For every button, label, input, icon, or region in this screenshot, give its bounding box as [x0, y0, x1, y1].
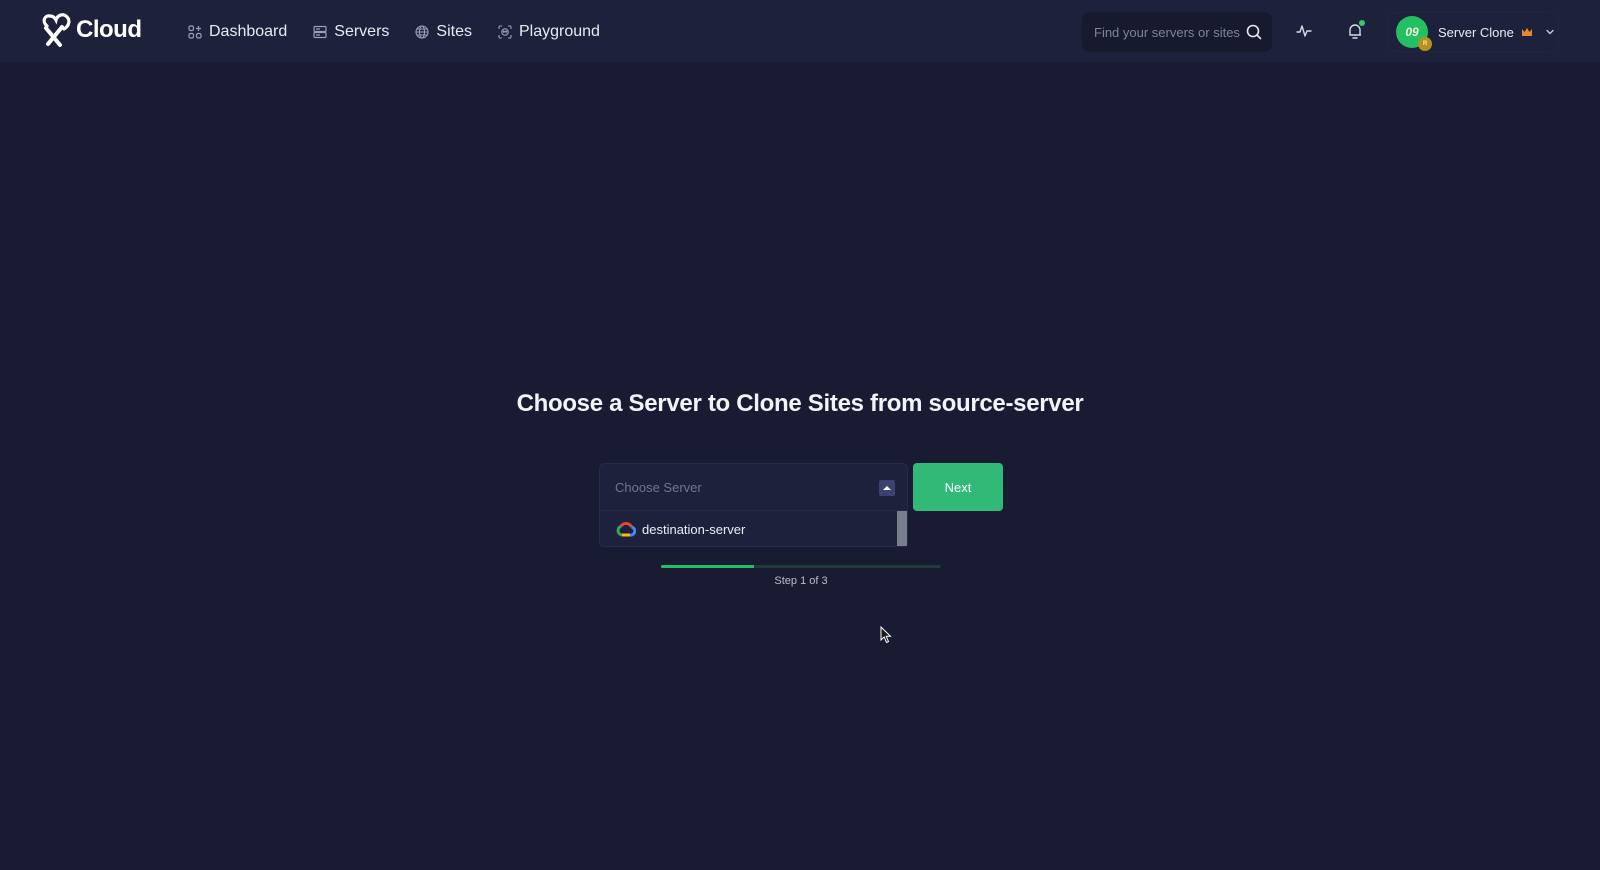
title-prefix: Choose a Server to Clone Sites from: [516, 390, 929, 417]
notifications-button[interactable]: [1344, 20, 1366, 42]
next-button[interactable]: Next: [913, 463, 1003, 511]
option-label: destination-server: [642, 521, 746, 537]
nav-label: Dashboard: [209, 22, 288, 40]
step-progress-bar: [661, 565, 941, 568]
brand-name: Cloud: [76, 16, 142, 43]
step-indicator: Step 1 of 3: [774, 575, 828, 587]
search-box: [1082, 12, 1272, 52]
page-title: Choose a Server to Clone Sites from sour…: [0, 390, 1600, 418]
choose-server-select[interactable]: Choose Server: [599, 463, 908, 511]
nav-item-playground[interactable]: Playground: [498, 23, 600, 41]
playground-icon: [498, 24, 512, 39]
avatar-text: 09: [1405, 25, 1419, 39]
nav-item-dashboard[interactable]: Dashboard: [188, 23, 287, 41]
server-dropdown-list: destination-server: [599, 511, 908, 547]
crown-icon: [1521, 28, 1532, 36]
dropdown-scrollbar[interactable]: [897, 511, 907, 546]
search-icon[interactable]: [1246, 24, 1262, 40]
select-placeholder: Choose Server: [615, 479, 702, 495]
user-menu[interactable]: 09 R Server Clone: [1387, 12, 1559, 52]
dropdown-option[interactable]: destination-server: [600, 511, 898, 547]
avatar: 09 R: [1396, 16, 1432, 51]
source-server-name: source-server: [928, 390, 1084, 417]
nav-item-servers[interactable]: Servers: [313, 23, 389, 41]
main-nav: Dashboard Servers Sites Playground: [188, 0, 626, 63]
top-navigation-bar: Cloud Dashboard Servers Sites Playground…: [0, 0, 1600, 63]
chevron-down-icon: [1546, 29, 1554, 35]
nav-label: Playground: [518, 22, 600, 40]
nav-item-sites[interactable]: Sites: [415, 23, 472, 41]
progress-fill: [661, 565, 755, 568]
heart-x-logo-icon: [42, 13, 71, 47]
activity-button[interactable]: [1293, 20, 1315, 42]
user-name: Server Clone: [1438, 24, 1514, 40]
mouse-cursor-icon: [880, 626, 892, 644]
globe-icon: [415, 24, 429, 39]
dropdown-toggle[interactable]: [879, 480, 895, 496]
nav-label: Sites: [436, 22, 472, 40]
dashboard-grid-icon: [188, 24, 202, 39]
notification-dot: [1359, 20, 1365, 26]
activity-pulse-icon: [1296, 25, 1312, 37]
brand-logo[interactable]: Cloud: [38, 10, 142, 50]
caret-up-icon: [883, 486, 891, 490]
search-input[interactable]: [1094, 24, 1244, 40]
avatar-role-badge: R: [1418, 37, 1432, 51]
nav-label: Servers: [334, 22, 390, 40]
google-cloud-icon: [616, 522, 636, 537]
server-icon: [313, 25, 327, 38]
